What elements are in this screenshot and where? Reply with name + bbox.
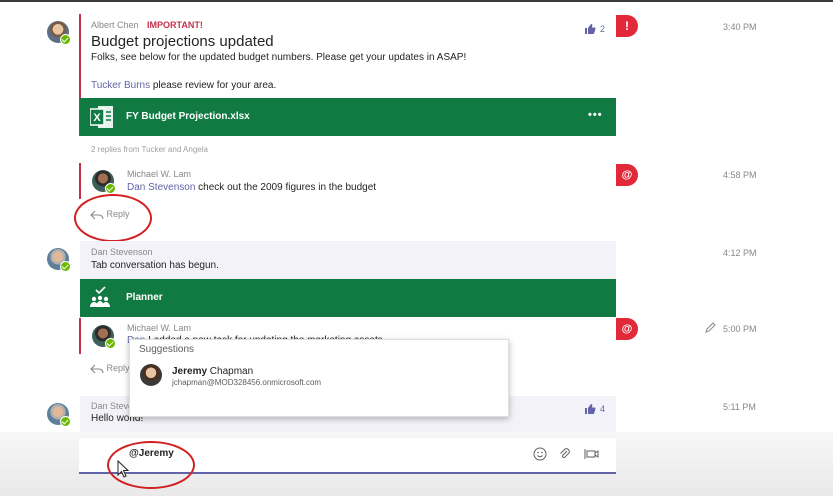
mention-tucker-burns[interactable]: Tucker Burns <box>91 80 150 91</box>
planner-card-title[interactable]: Planner <box>126 292 163 303</box>
like-count[interactable]: 4 <box>584 403 605 415</box>
edited-pencil-icon <box>705 322 716 333</box>
presence-available-icon <box>105 183 116 194</box>
file-attachment-card[interactable]: X FY Budget Projection.xlsx ••• <box>80 98 616 136</box>
presence-available-icon <box>60 261 71 272</box>
reply-timestamp: 4:58 PM <box>723 170 757 180</box>
reply-arrow-icon <box>90 364 104 374</box>
meet-now-icon[interactable] <box>584 447 600 461</box>
presence-available-icon <box>60 34 71 45</box>
avatar-dan-stevenson[interactable] <box>47 248 71 272</box>
planner-icon <box>90 286 110 307</box>
message-timestamp: 3:40 PM <box>723 22 757 32</box>
reply-author: Michael W. Lam <box>127 323 192 333</box>
message-timestamp: 5:11 PM <box>723 402 756 412</box>
mention-suggestions-popup: Suggestions Jeremy Chapman jchapman@MOD3… <box>129 339 509 417</box>
message-timestamp: 4:12 PM <box>723 248 757 258</box>
reply-author: Michael W. Lam <box>127 169 192 179</box>
message-body: Tab conversation has begun. <box>91 260 219 271</box>
avatar-dan-stevenson[interactable] <box>47 403 71 427</box>
mention-dan-stevenson[interactable]: Dan Stevenson <box>127 182 195 193</box>
message-author: Dan Stevenson <box>91 247 153 257</box>
important-label: IMPORTANT! <box>147 20 203 30</box>
thumbs-up-icon <box>585 404 596 414</box>
suggestion-item-jeremy-chapman[interactable]: Jeremy Chapman jchapman@MOD328456.onmicr… <box>130 360 508 394</box>
suggestion-email: jchapman@MOD328456.onmicrosoft.com <box>172 378 322 387</box>
message-mention-line: Tucker Burns please review for your area… <box>91 80 277 91</box>
avatar-michael-lam[interactable] <box>92 325 116 349</box>
attachment-filename[interactable]: FY Budget Projection.xlsx <box>126 111 250 122</box>
planner-card[interactable]: Planner <box>80 279 616 317</box>
reply-button[interactable]: Reply <box>90 363 130 374</box>
reply-timestamp: 5:00 PM <box>723 324 757 334</box>
reply-body: Dan Stevenson check out the 2009 figures… <box>127 182 377 193</box>
message-author: Albert Chen <box>91 20 139 30</box>
more-options-icon[interactable]: ••• <box>588 109 603 121</box>
important-badge-icon: ! <box>616 15 638 37</box>
excel-icon: X <box>90 106 113 128</box>
avatar-albert-chen[interactable] <box>47 21 71 45</box>
emoji-icon[interactable] <box>533 447 547 461</box>
annotation-circle-compose <box>107 441 195 489</box>
avatar-jeremy-chapman <box>140 364 162 386</box>
window-top-border <box>0 0 833 2</box>
suggestions-header: Suggestions <box>139 344 195 355</box>
mention-bar <box>79 318 81 354</box>
replies-summary[interactable]: 2 replies from Tucker and Angela <box>91 145 208 154</box>
presence-available-icon <box>60 416 71 427</box>
annotation-circle-reply <box>74 194 152 242</box>
suggestion-name: Jeremy Chapman <box>172 366 254 377</box>
message-title: Budget projections updated <box>91 33 274 50</box>
mention-badge-icon: @ <box>616 164 638 186</box>
svg-text:X: X <box>93 112 101 124</box>
attach-file-icon[interactable] <box>558 447 572 461</box>
avatar-michael-lam[interactable] <box>92 170 116 194</box>
like-count[interactable]: 2 <box>584 23 605 35</box>
thumbs-up-icon <box>585 24 596 34</box>
mention-badge-icon: @ <box>616 318 638 340</box>
presence-available-icon <box>105 338 116 349</box>
mention-bar <box>79 163 81 199</box>
message-body: Folks, see below for the updated budget … <box>91 52 467 63</box>
